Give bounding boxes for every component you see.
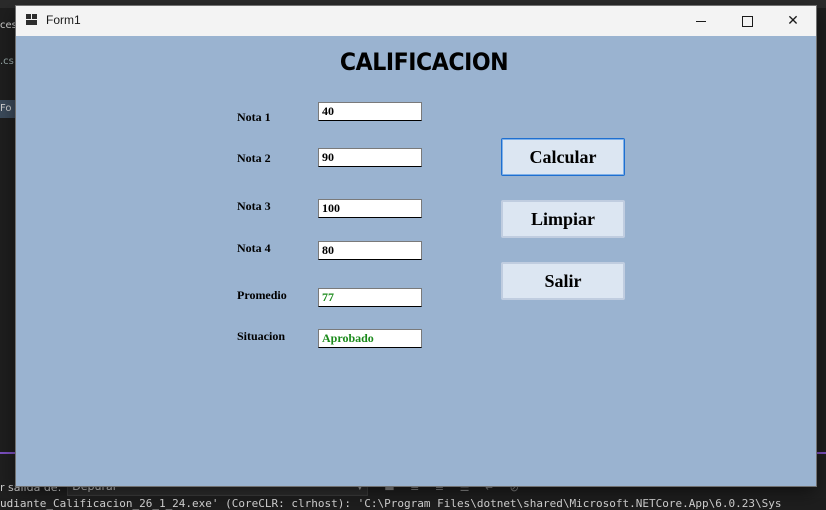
calcular-button[interactable]: Calcular xyxy=(501,138,625,176)
salir-button[interactable]: Salir xyxy=(501,262,625,300)
window-titlebar[interactable]: Form1 ✕ xyxy=(16,6,816,36)
nota1-input[interactable]: 40 xyxy=(318,102,422,121)
form-window: Form1 ✕ CALIFICACION Nota 1 40 Nota 2 90… xyxy=(16,6,816,486)
page-title: CALIFICACION xyxy=(339,48,509,76)
minimize-icon xyxy=(696,20,706,22)
nota3-input[interactable]: 100 xyxy=(318,199,422,218)
nota3-label: Nota 3 xyxy=(237,199,271,213)
app-icon xyxy=(26,14,38,26)
ide-tab-fragment: ces xyxy=(0,20,16,31)
ide-tab-fragment: Fo xyxy=(0,100,16,118)
ide-tab-fragment: .cs xyxy=(0,56,14,67)
minimize-button[interactable] xyxy=(678,6,724,36)
close-button[interactable]: ✕ xyxy=(770,6,816,36)
nota2-input[interactable]: 90 xyxy=(318,148,422,167)
situacion-label: Situacion xyxy=(237,329,286,343)
close-icon: ✕ xyxy=(787,13,799,29)
ide-left-panel: ces .cs Fo xyxy=(0,8,16,460)
ide-right-panel xyxy=(816,8,826,460)
situacion-field[interactable]: Aprobado xyxy=(318,329,422,348)
limpiar-button[interactable]: Limpiar xyxy=(501,200,625,238)
window-title: Form1 xyxy=(46,13,81,27)
nota4-input[interactable]: 80 xyxy=(318,241,422,260)
output-text-line: udiante_Calificacion_26_1_24.exe' (CoreC… xyxy=(0,498,826,510)
nota4-label: Nota 4 xyxy=(237,241,271,255)
promedio-label: Promedio xyxy=(237,288,287,302)
nota1-label: Nota 1 xyxy=(237,110,271,124)
promedio-field[interactable]: 77 xyxy=(318,288,422,307)
nota2-label: Nota 2 xyxy=(237,151,271,165)
maximize-button[interactable] xyxy=(724,6,770,36)
maximize-icon xyxy=(741,15,753,27)
